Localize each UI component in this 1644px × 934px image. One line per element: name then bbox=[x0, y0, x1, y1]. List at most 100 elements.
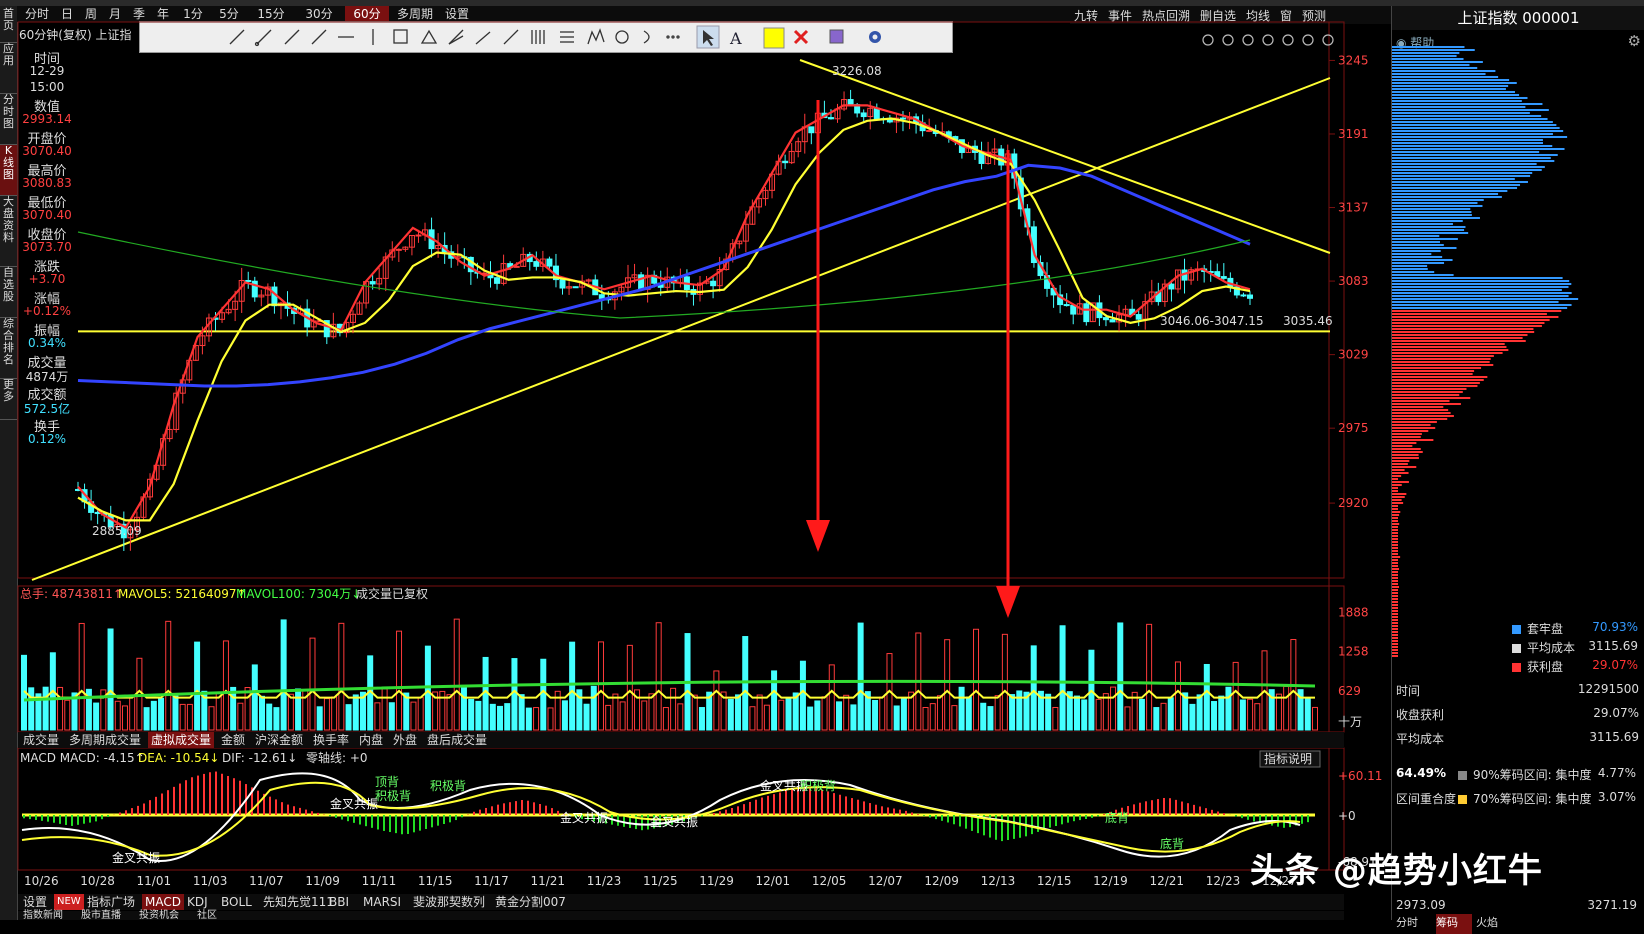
scissors-icon[interactable] bbox=[1262, 34, 1274, 46]
eye-icon[interactable] bbox=[1202, 34, 1214, 46]
chip-bar bbox=[1392, 607, 1398, 609]
chip-bar bbox=[1392, 598, 1398, 600]
chip-bar bbox=[1392, 364, 1494, 366]
bottom-tab-1[interactable]: 股市直播 bbox=[78, 911, 124, 921]
chart-controls bbox=[1202, 34, 1334, 46]
chip-bar bbox=[1392, 430, 1429, 432]
date-tick-label: 12/05 bbox=[812, 874, 847, 888]
volume-tab-1[interactable]: 多周期成交量 bbox=[66, 732, 144, 748]
indicator-tab-8[interactable]: 斐波那契数列 bbox=[410, 894, 488, 910]
chip-bar bbox=[1392, 349, 1509, 351]
zoom-in-icon[interactable] bbox=[1302, 34, 1314, 46]
volume-bar bbox=[1275, 693, 1282, 731]
chip-bar bbox=[1392, 412, 1451, 414]
volume-tab-2[interactable]: 虚拟成交量 bbox=[148, 732, 215, 748]
chip-bar bbox=[1392, 214, 1472, 216]
chip-bar bbox=[1392, 199, 1484, 201]
bottom-tab-3[interactable]: 社区 bbox=[194, 911, 220, 921]
indicator-tab-0[interactable]: 设置 bbox=[20, 894, 50, 910]
indicator-tab-6[interactable]: BBI bbox=[326, 894, 352, 910]
chip-bar bbox=[1392, 547, 1398, 549]
chip-tab-2[interactable]: 火焰 bbox=[1476, 914, 1512, 934]
volume-bar bbox=[872, 699, 879, 731]
volume-bar bbox=[893, 705, 900, 731]
candle-body bbox=[1063, 304, 1070, 307]
volume-tab-5[interactable]: 换手率 bbox=[310, 732, 352, 748]
volume-tab-strip: 成交量 多周期成交量 虚拟成交量 金额 沪深金额 换手率 内盘 外盘 盘后成交量 bbox=[18, 732, 1344, 748]
volume-tab-7[interactable]: 外盘 bbox=[390, 732, 420, 748]
volume-bar bbox=[222, 640, 229, 731]
zoom-out-icon[interactable] bbox=[1322, 34, 1334, 46]
chip-bar bbox=[1392, 340, 1526, 342]
volume-bar bbox=[316, 706, 323, 731]
date-tick-label: 11/23 bbox=[587, 874, 622, 888]
bottom-tab-2[interactable]: 投资机会 bbox=[136, 911, 182, 921]
volume-bar bbox=[345, 704, 352, 731]
chip-tab-0[interactable]: 分时 bbox=[1396, 914, 1432, 934]
chip-bar bbox=[1392, 382, 1480, 384]
chip-bar bbox=[1392, 499, 1402, 501]
volume-bar bbox=[547, 707, 554, 731]
volume-tab-6[interactable]: 内盘 bbox=[356, 732, 386, 748]
chip-bar bbox=[1392, 649, 1398, 651]
volume-tab-4[interactable]: 沪深金额 bbox=[252, 732, 306, 748]
volume-bar bbox=[648, 693, 655, 731]
candle-body bbox=[1240, 294, 1247, 297]
undo-icon[interactable] bbox=[1242, 34, 1254, 46]
chip-bar bbox=[1392, 640, 1398, 642]
chip-bar bbox=[1392, 385, 1478, 387]
chip-bar bbox=[1392, 493, 1407, 495]
chip-bar bbox=[1392, 307, 1568, 309]
volume-bar bbox=[583, 703, 590, 731]
indicator-tab-4[interactable]: BOLL bbox=[218, 894, 255, 910]
chip-bar bbox=[1392, 82, 1517, 84]
macd-signal-label: 积极背 bbox=[430, 779, 466, 793]
volume-tab-3[interactable]: 金额 bbox=[218, 732, 248, 748]
chip-bar bbox=[1392, 124, 1557, 126]
chip-bar bbox=[1392, 463, 1408, 465]
chip-tab-1[interactable]: 筹码 bbox=[1436, 914, 1472, 934]
axes: 3245 3191 3137 3083 3029 2975 2920 bbox=[1329, 53, 1369, 510]
volume-bar bbox=[936, 695, 943, 731]
indicator-tab-2[interactable]: MACD bbox=[142, 894, 184, 910]
indicator-help-label: 指标说明 bbox=[1264, 751, 1312, 766]
indicator-tab-9[interactable]: 黄金分割007 bbox=[492, 894, 569, 910]
chip-bar bbox=[1392, 46, 1465, 48]
chip-bar bbox=[1392, 322, 1545, 324]
bottom-tab-0[interactable]: 指数新闻 bbox=[20, 911, 66, 921]
chip-bar bbox=[1392, 442, 1417, 444]
chip-bar bbox=[1392, 175, 1531, 177]
volume-bar bbox=[626, 644, 633, 731]
volume-bar bbox=[107, 628, 114, 731]
down-arrow-1-head bbox=[806, 520, 830, 552]
candle-body bbox=[395, 248, 402, 251]
volume-bar bbox=[1117, 622, 1124, 731]
date-tick-label: 11/11 bbox=[362, 874, 397, 888]
volume-pane-frame bbox=[17, 585, 1345, 733]
chip-bar bbox=[1392, 88, 1506, 90]
stat-label: 收盘获利 bbox=[1396, 708, 1445, 722]
chip-bar bbox=[1392, 217, 1480, 219]
volume-bar bbox=[1196, 694, 1203, 731]
indicator-tab-3[interactable]: KDJ bbox=[184, 894, 211, 910]
lock-icon[interactable] bbox=[1282, 34, 1294, 46]
volume-bar bbox=[951, 705, 958, 731]
hand-icon[interactable] bbox=[1222, 34, 1234, 46]
high-annotation: 3226.08 bbox=[832, 64, 882, 78]
r90-value: 4.77% bbox=[1597, 766, 1636, 780]
chip-bar bbox=[1392, 655, 1398, 657]
chip-bar bbox=[1392, 460, 1410, 462]
chip-bar bbox=[1392, 295, 1569, 297]
date-tick-label: 12/09 bbox=[924, 874, 959, 888]
chip-bar bbox=[1392, 514, 1400, 516]
indicator-tab-1[interactable]: 指标广场 bbox=[84, 894, 138, 910]
chip-bar bbox=[1392, 346, 1507, 348]
volume-bar bbox=[453, 618, 460, 731]
chip-bar bbox=[1392, 85, 1509, 87]
price-tick-label: 3245 bbox=[1338, 53, 1369, 67]
chip-bar bbox=[1392, 292, 1572, 294]
volume-tab-0[interactable]: 成交量 bbox=[20, 732, 62, 748]
volume-tab-8[interactable]: 盘后成交量 bbox=[424, 732, 490, 748]
volume-bar bbox=[929, 703, 936, 731]
indicator-tab-7[interactable]: MARSI bbox=[360, 894, 404, 910]
